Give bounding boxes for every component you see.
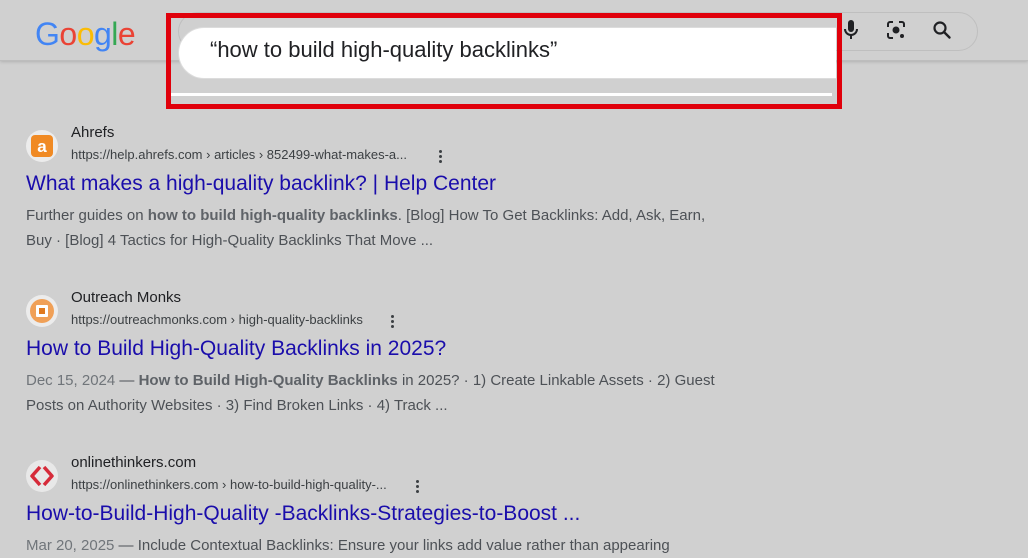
outreach-monks-icon[interactable] [26,295,58,327]
snippet-text: — [115,372,139,389]
logo-letter-e: e [117,16,136,52]
result-site-name[interactable]: Ahrefs [71,124,114,141]
snippet-bold: How to Build High-Quality Backlinks [138,372,398,389]
snippet-line: Buy · [Blog] 4 Tactics for High-Quality … [26,228,766,253]
logo-letter-o2: o [76,16,95,52]
snippet-text: Buy · [Blog] 4 Tactics for High-Quality … [26,232,434,249]
result-snippet: Mar 20, 2025 — Include Contextual Backli… [26,533,766,558]
logo-letter-g1: G [35,16,60,52]
result-title-link[interactable]: How to Build High-Quality Backlinks in 2… [26,337,446,361]
logo-letter-l: l [111,16,118,52]
snippet-line: Mar 20, 2025 — Include Contextual Backli… [26,533,766,558]
google-logo[interactable]: Google [35,14,136,54]
snippet-date: Mar 20, 2025 [26,537,115,554]
snippet-line: Further guides on how to build high-qual… [26,203,766,228]
result-url[interactable]: https://outreachmonks.com › high-quality… [71,312,363,327]
snippet-line: Posts on Authority Websites · 3) Find Br… [26,393,766,418]
result-snippet: Dec 15, 2024 — How to Build High-Quality… [26,368,766,418]
lens-icon[interactable] [882,16,910,44]
result-snippet: Further guides on how to build high-qual… [26,203,766,253]
snippet-text: — Include Contextual Backlinks: Ensure y… [114,537,670,554]
snippet-text: . [Blog] How To Get Backlinks: Add, Ask,… [397,207,706,224]
logo-letter-o1: o [59,16,77,52]
more-options-icon[interactable] [387,312,397,330]
snippet-date: Dec 15, 2024 [26,372,116,389]
snippet-text: in 2025? · 1) Create Linkable Assets · 2… [397,372,715,389]
logo-letter-g2: g [93,16,112,52]
onlinethinkers-icon[interactable] [26,460,58,492]
search-icon[interactable] [928,16,956,44]
result-title-link[interactable]: What makes a high-quality backlink? | He… [26,172,496,196]
snippet-text: Further guides on [26,207,148,224]
more-options-icon[interactable] [412,477,422,495]
svg-text:a: a [37,137,47,156]
snippet-text: Posts on Authority Websites · 3) Find Br… [26,397,448,414]
result-site-name[interactable]: Outreach Monks [71,289,181,306]
result-url[interactable]: https://help.ahrefs.com › articles › 852… [71,147,407,162]
ahrefs-icon[interactable]: a [26,130,58,162]
result-title-link[interactable]: How-to-Build-High-Quality -Backlinks-Str… [26,502,580,526]
result-site-name[interactable]: onlinethinkers.com [71,454,196,471]
more-options-icon[interactable] [435,147,445,165]
snippet-bold: how to build high-quality backlinks [147,207,398,224]
snippet-line: Dec 15, 2024 — How to Build High-Quality… [26,368,766,393]
search-query-text[interactable]: “how to build high-quality backlinks” [210,37,557,63]
result-url[interactable]: https://onlinethinkers.com › how-to-buil… [71,477,387,492]
